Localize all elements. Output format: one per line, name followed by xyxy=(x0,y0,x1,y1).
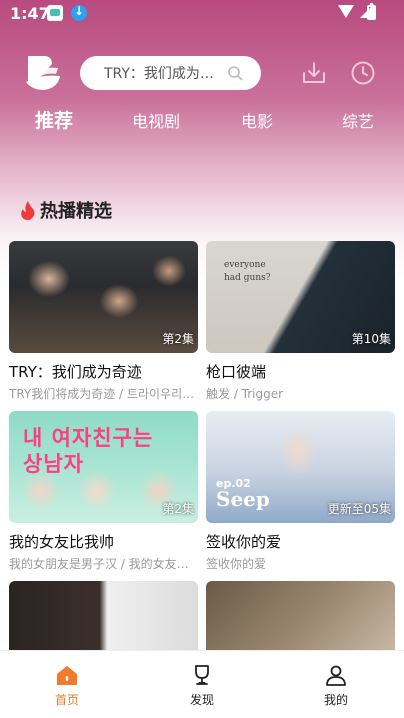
search-placeholder: TRY：我们成为… xyxy=(104,66,214,82)
nav-profile[interactable]: 我的 xyxy=(301,663,371,708)
nav-discover[interactable]: 发现 xyxy=(167,663,237,708)
status-time: 1:47 xyxy=(10,4,50,23)
history-clock-icon[interactable] xyxy=(350,60,376,86)
battery-icon xyxy=(367,3,376,20)
video-card[interactable]: everyone had guns? 第10集 枪口彼端 触发 / Trigge… xyxy=(206,241,395,402)
nav-profile-label: 我的 xyxy=(323,693,348,707)
video-card[interactable]: ep.02 Seep 更新至05集 签收你的爱 签收你的爱 xyxy=(206,411,395,572)
video-title[interactable]: 枪口彼端 xyxy=(206,361,395,382)
video-title[interactable]: 我的女友比我帅 xyxy=(9,531,198,552)
poster-text: 내 여자친구는 상남자 xyxy=(23,426,154,476)
search-icon[interactable] xyxy=(227,65,243,81)
video-subtitle: TRY我们将成为奇迹 / 트라이우리는… xyxy=(9,387,198,401)
nav-home-label: 首页 xyxy=(54,693,79,707)
episode-badge: 第2集 xyxy=(162,502,194,516)
tab-tv-series[interactable]: 电视剧 xyxy=(132,108,180,132)
section-header: 热播精选 xyxy=(20,197,112,223)
bottom-navigation: 首页 发现 我的 xyxy=(0,650,404,718)
trophy-icon[interactable] xyxy=(190,663,214,687)
video-thumbnail[interactable]: ep.02 Seep 更新至05集 xyxy=(206,411,395,523)
category-tabs: 推荐 电视剧 电影 综艺 xyxy=(0,108,404,138)
video-subtitle: 触发 / Trigger xyxy=(206,387,284,401)
video-title[interactable]: 签收你的爱 xyxy=(206,531,395,552)
nav-home[interactable]: 首页 xyxy=(32,663,102,708)
video-thumbnail[interactable]: 내 여자친구는 상남자 第2集 xyxy=(9,411,198,523)
video-card[interactable]: 내 여자친구는 상남자 第2集 我的女友比我帅 我的女朋友是男子汉 / 我的女友… xyxy=(9,411,198,572)
nav-discover-label: 发现 xyxy=(189,693,214,707)
video-thumbnail[interactable]: 第2集 xyxy=(9,241,198,353)
tab-variety[interactable]: 综艺 xyxy=(342,108,374,132)
tab-movies[interactable]: 电影 xyxy=(241,108,273,132)
video-thumbnail[interactable]: everyone had guns? 第10集 xyxy=(206,241,395,353)
video-title[interactable]: TRY：我们成为奇迹 xyxy=(9,361,198,382)
flame-icon xyxy=(21,201,35,220)
home-icon[interactable] xyxy=(55,663,79,687)
video-subtitle: 我的女朋友是男子汉 / 我的女友是… xyxy=(9,557,198,571)
search-input[interactable]: TRY：我们成为… xyxy=(80,56,261,90)
poster-text: everyone had guns? xyxy=(224,260,271,283)
download-icon[interactable] xyxy=(301,60,327,86)
person-icon[interactable] xyxy=(324,663,348,687)
episode-badge: 第10集 xyxy=(351,332,391,346)
episode-badge: 更新至05集 xyxy=(327,502,391,516)
app-notification-icon xyxy=(47,5,63,21)
wifi-icon xyxy=(338,5,354,18)
episode-badge: 第2集 xyxy=(162,332,194,346)
poster-title: Seep xyxy=(216,487,270,511)
download-notification-icon xyxy=(71,4,87,21)
section-title: 热播精选 xyxy=(40,201,112,222)
status-bar: 1:47 xyxy=(0,0,404,28)
header-background xyxy=(0,0,404,280)
app-logo-icon[interactable] xyxy=(22,52,64,94)
tab-recommend[interactable]: 推荐 xyxy=(35,106,73,133)
video-subtitle: 签收你的爱 xyxy=(206,557,267,571)
video-card[interactable]: 第2集 TRY：我们成为奇迹 TRY我们将成为奇迹 / 트라이우리는… xyxy=(9,241,198,402)
